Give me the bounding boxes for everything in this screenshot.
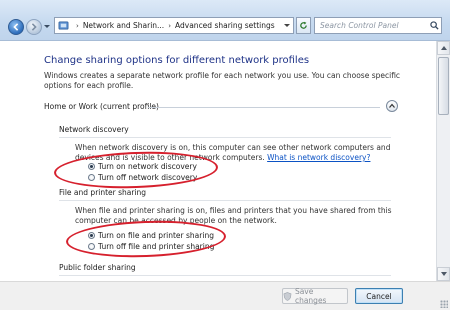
turn-off-file-printer-sharing-option[interactable]: Turn off file and printer sharing xyxy=(88,242,214,251)
arrow-up-icon xyxy=(440,46,447,50)
save-changes-label: Save changes xyxy=(294,287,327,305)
radio-button-selected[interactable] xyxy=(88,163,95,170)
scroll-up-button[interactable] xyxy=(437,41,450,55)
section-divider xyxy=(59,200,391,201)
breadcrumb-advanced-sharing[interactable]: Advanced sharing settings xyxy=(175,21,275,30)
footer-bar: Save changes Cancel xyxy=(0,281,450,310)
radio-button-selected[interactable] xyxy=(88,232,95,239)
section-divider xyxy=(59,275,391,276)
profile-header[interactable]: Home or Work (current profile) xyxy=(44,100,398,114)
resize-grip-icon[interactable] xyxy=(440,300,448,308)
back-arrow-icon xyxy=(13,23,19,31)
save-changes-button[interactable]: Save changes xyxy=(282,287,348,305)
network-discovery-description: When network discovery is on, this compu… xyxy=(75,143,420,163)
back-button[interactable] xyxy=(8,19,24,35)
search-input[interactable] xyxy=(314,17,442,34)
scroll-down-button[interactable] xyxy=(437,267,450,281)
network-discovery-title: Network discovery xyxy=(59,125,129,134)
forward-button[interactable] xyxy=(26,19,42,35)
chevron-up-icon xyxy=(389,103,395,108)
address-dropdown-icon[interactable] xyxy=(284,24,290,27)
control-panel-icon xyxy=(58,21,69,30)
arrow-down-icon xyxy=(440,272,447,276)
option-label: Turn on network discovery xyxy=(98,162,197,171)
turn-on-file-printer-sharing-option[interactable]: Turn on file and printer sharing xyxy=(88,231,214,240)
navigation-bar: › Network and Sharin... › Advanced shari… xyxy=(0,0,450,41)
breadcrumb-separator-icon: › xyxy=(76,21,79,30)
file-printer-sharing-description: When file and printer sharing is on, fil… xyxy=(75,206,392,225)
intro-text: Windows creates a separate network profi… xyxy=(44,71,401,90)
content-area: Change sharing options for different net… xyxy=(0,41,436,281)
radio-button[interactable] xyxy=(88,174,95,181)
page-title: Change sharing options for different net… xyxy=(44,55,310,66)
turn-on-network-discovery-option[interactable]: Turn on network discovery xyxy=(88,162,197,171)
profile-divider xyxy=(148,107,380,108)
advanced-sharing-window: › Network and Sharin... › Advanced shari… xyxy=(0,0,450,310)
public-folder-sharing-title: Public folder sharing xyxy=(59,263,136,272)
search-icon[interactable] xyxy=(430,21,439,30)
profile-label: Home or Work (current profile) xyxy=(44,102,159,111)
refresh-button[interactable] xyxy=(296,17,311,34)
scrollbar-thumb[interactable] xyxy=(438,57,449,115)
option-label: Turn off network discovery xyxy=(98,173,198,182)
cancel-button[interactable]: Cancel xyxy=(355,288,403,304)
breadcrumb-separator-icon: › xyxy=(168,21,172,30)
forward-arrow-icon xyxy=(31,23,37,31)
refresh-icon xyxy=(300,21,307,29)
collapse-profile-button[interactable] xyxy=(386,100,398,112)
address-bar[interactable]: › Network and Sharin... › Advanced shari… xyxy=(54,17,294,34)
radio-button[interactable] xyxy=(88,243,95,250)
file-printer-sharing-title: File and printer sharing xyxy=(59,188,147,197)
section-divider xyxy=(59,137,391,138)
network-discovery-help-link[interactable]: What is network discovery? xyxy=(267,153,370,162)
breadcrumb-network-sharing[interactable]: Network and Sharin... xyxy=(83,21,164,30)
shield-icon xyxy=(283,291,292,301)
option-label: Turn on file and printer sharing xyxy=(98,231,214,240)
recent-pages-dropdown-icon[interactable] xyxy=(44,25,50,28)
turn-off-network-discovery-option[interactable]: Turn off network discovery xyxy=(88,173,197,182)
vertical-scrollbar[interactable] xyxy=(436,41,450,281)
option-label: Turn off file and printer sharing xyxy=(98,242,215,251)
